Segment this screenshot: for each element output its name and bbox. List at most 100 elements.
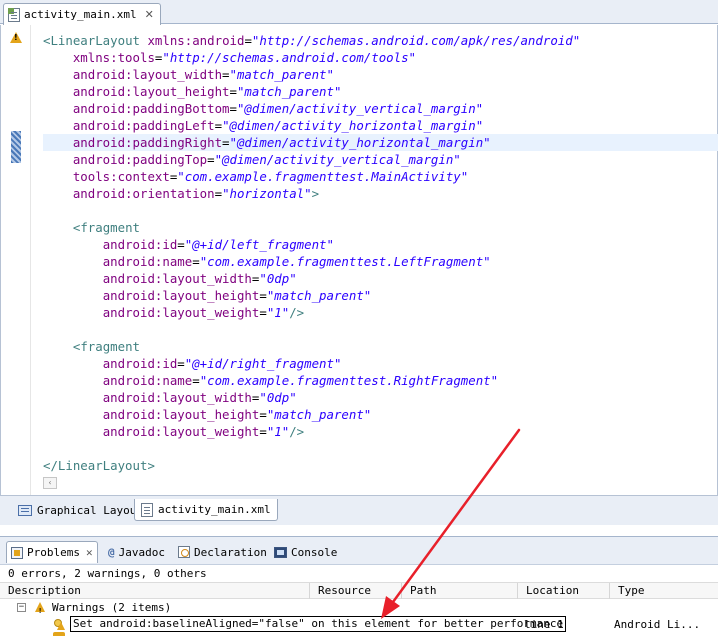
xml-attribute: android:layout_height (72, 84, 230, 99)
warning-icon[interactable] (10, 32, 22, 43)
xml-attribute: android:id (102, 237, 178, 252)
xml-value: "match_parent" (229, 67, 334, 82)
xml-punctuation (43, 152, 73, 167)
xml-value: "0dp" (259, 271, 297, 286)
editor-ruler (1, 25, 31, 495)
problem-description[interactable]: Set android:baselineAligned="false" on t… (70, 616, 567, 632)
xml-punctuation: = (259, 305, 267, 320)
code-line[interactable] (43, 202, 580, 219)
xml-punctuation: = (229, 101, 237, 116)
xml-punctuation: /> (289, 424, 305, 439)
tab-console-label: Console (291, 545, 338, 559)
xml-punctuation: > (311, 186, 320, 201)
warnings-group-label: Warnings (2 items) (52, 601, 172, 614)
tab-console[interactable]: Console (270, 541, 341, 563)
warnings-group-row[interactable]: − Warnings (2 items) (0, 599, 718, 620)
xml-punctuation (43, 135, 73, 150)
code-line[interactable]: android:id="@+id/left_fragment" (43, 236, 580, 253)
xml-attribute: android:paddingBottom (72, 101, 230, 116)
code-line[interactable]: </LinearLayout> (43, 457, 580, 474)
xml-punctuation (43, 339, 73, 354)
code-line[interactable]: <fragment (43, 219, 580, 236)
xml-punctuation (43, 407, 103, 422)
xml-value: "@+id/right_fragment" (184, 356, 342, 371)
horizontal-scrollbar[interactable]: ‹ (43, 477, 57, 489)
tab-xml-source-label: activity_main.xml (158, 503, 271, 516)
code-line[interactable]: android:paddingRight="@dimen/activity_ho… (43, 134, 718, 151)
tab-javadoc[interactable]: @ Javadoc (104, 541, 169, 563)
lint-warning-icon (53, 619, 65, 631)
tab-declaration[interactable]: Declaration (174, 541, 271, 563)
xml-value: "match_parent" (236, 84, 342, 99)
code-line[interactable]: android:name="com.example.fragmenttest.L… (43, 253, 580, 270)
code-line[interactable]: android:name="com.example.fragmenttest.R… (43, 372, 580, 389)
code-line[interactable]: android:layout_width="0dp" (43, 270, 580, 287)
code-line[interactable]: android:paddingTop="@dimen/activity_vert… (43, 151, 580, 168)
xml-value: "com.example.fragmenttest.MainActivity" (177, 169, 469, 184)
tab-problems-label: Problems (27, 546, 80, 559)
code-text[interactable]: <LinearLayout xmlns:android="http://sche… (43, 32, 718, 474)
xml-punctuation (43, 288, 103, 303)
xml-attribute: android:layout_weight (102, 305, 260, 320)
xml-value: "@dimen/activity_horizontal_margin" (229, 135, 491, 150)
editor-tab-bar: activity_main.xml ✕ (0, 0, 718, 25)
code-line[interactable]: xmlns:tools="http://schemas.android.com/… (43, 49, 580, 66)
xml-punctuation (43, 390, 103, 405)
code-line[interactable]: android:layout_weight="1"/> (43, 423, 580, 440)
xml-code-editor[interactable]: <LinearLayout xmlns:android="http://sche… (0, 25, 718, 495)
problem-location: line 1 (524, 618, 564, 631)
tab-declaration-label: Declaration (194, 545, 267, 559)
close-icon[interactable]: ✕ (86, 546, 93, 559)
xml-punctuation: = (229, 84, 237, 99)
xml-attribute: android:layout_height (102, 288, 260, 303)
quick-diff-marker (11, 131, 21, 163)
column-description[interactable]: Description (0, 583, 310, 599)
xml-punctuation (43, 356, 103, 371)
code-line[interactable]: tools:context="com.example.fragmenttest.… (43, 168, 580, 185)
xml-value: "@dimen/activity_vertical_margin" (214, 152, 461, 167)
code-line[interactable]: android:paddingLeft="@dimen/activity_hor… (43, 117, 580, 134)
xml-punctuation (43, 424, 103, 439)
code-line[interactable] (43, 440, 580, 457)
code-line[interactable]: android:id="@+id/right_fragment" (43, 355, 580, 372)
tab-problems[interactable]: Problems ✕ (6, 541, 98, 563)
code-line[interactable]: android:orientation="horizontal"> (43, 185, 580, 202)
tab-xml-source[interactable]: activity_main.xml (134, 499, 278, 521)
xml-punctuation: = (192, 373, 200, 388)
code-line[interactable]: android:layout_height="match_parent" (43, 406, 580, 423)
tab-graphical-layout[interactable]: Graphical Layout (12, 499, 149, 521)
xml-punctuation (43, 237, 103, 252)
xml-attribute: android:layout_height (102, 407, 260, 422)
xml-value: "match_parent" (266, 288, 372, 303)
column-path[interactable]: Path (402, 583, 518, 599)
editor-tab-label: activity_main.xml (24, 8, 137, 21)
xml-tag-name: LinearLayout (50, 33, 140, 48)
code-line[interactable]: android:layout_width="0dp" (43, 389, 580, 406)
code-line[interactable]: android:layout_weight="1"/> (43, 304, 580, 321)
code-line[interactable]: android:layout_height="match_parent" (43, 287, 580, 304)
table-row[interactable]: Set android:baselineAligned="false" on t… (0, 616, 718, 636)
xml-value: "http://schemas.android.com/tools" (162, 50, 417, 65)
code-line[interactable] (43, 321, 580, 338)
editor-tab-activity-main[interactable]: activity_main.xml ✕ (3, 3, 161, 25)
code-line[interactable]: android:layout_width="match_parent" (43, 66, 580, 83)
xml-punctuation: = (214, 186, 223, 201)
xml-punctuation (43, 101, 73, 116)
xml-attribute: android:layout_width (102, 271, 252, 286)
xml-attribute: android:paddingRight (72, 135, 223, 150)
close-icon[interactable]: ✕ (145, 8, 154, 21)
code-line[interactable]: <LinearLayout xmlns:android="http://sche… (43, 32, 580, 49)
column-location[interactable]: Location (518, 583, 610, 599)
code-line[interactable]: android:paddingBottom="@dimen/activity_v… (43, 100, 580, 117)
column-resource[interactable]: Resource (310, 583, 402, 599)
column-type[interactable]: Type (610, 583, 718, 599)
xml-punctuation: = (177, 237, 185, 252)
xml-punctuation: </ (43, 458, 58, 473)
collapse-toggle[interactable]: − (17, 603, 26, 612)
code-line[interactable]: android:layout_height="match_parent" (43, 83, 580, 100)
xml-punctuation (43, 271, 103, 286)
code-line[interactable]: <fragment (43, 338, 580, 355)
xml-value: "@dimen/activity_vertical_margin" (236, 101, 484, 116)
xml-value: "@+id/left_fragment" (184, 237, 334, 252)
xml-attribute: android:layout_width (102, 390, 252, 405)
